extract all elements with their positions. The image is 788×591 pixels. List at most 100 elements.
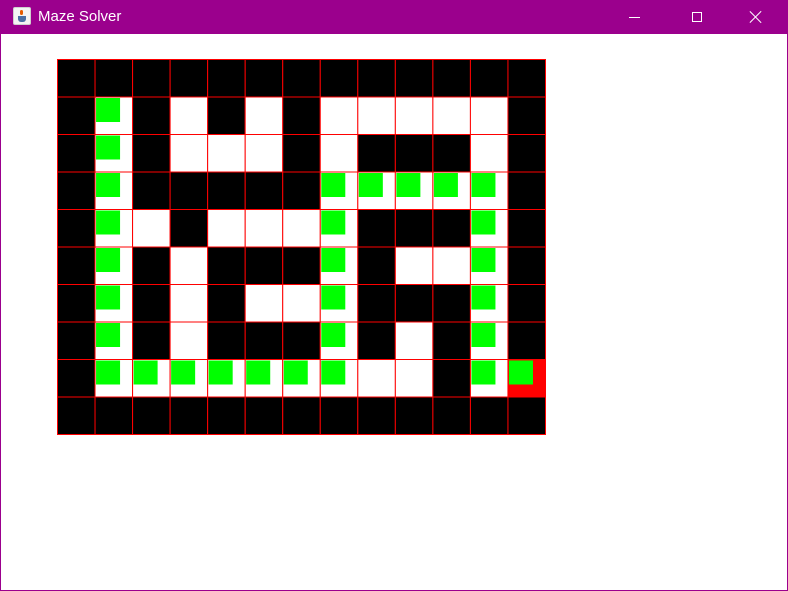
maze-cell-wall-r6-c2 — [132, 284, 171, 323]
maze-cell-wall-r6-c10 — [432, 284, 471, 323]
maze-cell-wall-r5-c6 — [282, 246, 321, 285]
path-marker-r5-c7 — [321, 248, 346, 272]
maze-cell-wall-r2-c0 — [57, 134, 96, 173]
maze-cell-wall-r5-c5 — [244, 246, 284, 285]
maze-cell-open-r1-c11 — [469, 96, 509, 135]
maze-cell-wall-r3-c12 — [507, 171, 546, 210]
maze-cell-wall-r9-c11 — [469, 396, 509, 435]
maze-cell-wall-r2-c6 — [282, 134, 321, 173]
path-marker-r8-c7 — [321, 360, 346, 385]
path-marker-r8-c11 — [471, 360, 496, 385]
maze-cell-open-r5-c10 — [432, 246, 471, 285]
maze-cell-open-r7-c9 — [394, 321, 434, 360]
maze-cell-wall-r0-c3 — [169, 59, 209, 98]
path-marker-r3-c9 — [396, 173, 421, 197]
maze-cell-wall-r0-c2 — [132, 59, 171, 98]
maze-cell-wall-r9-c8 — [357, 396, 396, 435]
maze-cell-wall-r1-c2 — [132, 96, 171, 135]
maze-cell-wall-r1-c12 — [507, 96, 546, 135]
path-marker-r5-c1 — [96, 248, 121, 272]
path-marker-r6-c11 — [471, 285, 496, 310]
maze-cell-wall-r3-c0 — [57, 171, 96, 210]
minimize-icon — [628, 16, 640, 18]
maze-cell-open-r1-c3 — [169, 96, 209, 135]
maze-cell-wall-r9-c0 — [57, 396, 96, 435]
maze-cell-wall-r0-c0 — [57, 59, 96, 98]
maze-cell-wall-r7-c5 — [244, 321, 284, 360]
maze-cell-wall-r2-c10 — [432, 134, 471, 173]
path-marker-r8-c6 — [283, 360, 308, 385]
path-marker-r4-c11 — [471, 210, 496, 235]
maze-cell-wall-r9-c9 — [394, 396, 434, 435]
maze-cell-open-r8-c8 — [357, 359, 396, 398]
maze-cell-open-r1-c5 — [244, 96, 284, 135]
maze-cell-wall-r4-c10 — [432, 209, 471, 248]
path-marker-r6-c1 — [96, 285, 121, 310]
maze-cell-open-r5-c3 — [169, 246, 209, 285]
close-button[interactable] — [733, 0, 779, 34]
maze-cell-wall-r0-c5 — [244, 59, 284, 98]
maze-cell-wall-r6-c0 — [57, 284, 96, 323]
maze-cell-wall-r7-c4 — [207, 321, 246, 360]
maze-cell-wall-r9-c2 — [132, 396, 171, 435]
maze-cell-wall-r9-c10 — [432, 396, 471, 435]
maze-cell-wall-r3-c3 — [169, 171, 209, 210]
maze-cell-wall-r9-c6 — [282, 396, 321, 435]
maze-cell-wall-r6-c8 — [357, 284, 396, 323]
title-bar[interactable]: Maze Solver — [1, 0, 787, 34]
path-marker-r8-c12 — [508, 360, 533, 385]
maze-cell-wall-r9-c7 — [319, 396, 359, 435]
window-title: Maze Solver — [38, 8, 122, 25]
maze-cell-wall-r2-c2 — [132, 134, 171, 173]
maze-cell-open-r2-c7 — [319, 134, 359, 173]
maze-cell-open-r1-c10 — [432, 96, 471, 135]
path-marker-r4-c1 — [96, 210, 121, 235]
path-marker-r3-c1 — [96, 173, 121, 197]
maze-cell-wall-r7-c12 — [507, 321, 546, 360]
maze-cell-wall-r4-c8 — [357, 209, 396, 248]
maze-cell-wall-r9-c5 — [244, 396, 284, 435]
maze-cell-open-r5-c9 — [394, 246, 434, 285]
maze-cell-wall-r0-c11 — [469, 59, 509, 98]
path-marker-r7-c1 — [96, 323, 121, 347]
minimize-button[interactable] — [611, 0, 657, 34]
maze-cell-wall-r4-c9 — [394, 209, 434, 248]
maze-cell-open-r4-c6 — [282, 209, 321, 248]
maze-cell-wall-r4-c12 — [507, 209, 546, 248]
maze-cell-wall-r9-c12 — [507, 396, 546, 435]
maze-cell-open-r2-c5 — [244, 134, 284, 173]
maze-cell-wall-r1-c6 — [282, 96, 321, 135]
maze-cell-wall-r5-c12 — [507, 246, 546, 285]
maze-cell-wall-r0-c4 — [207, 59, 246, 98]
maze-cell-open-r7-c3 — [169, 321, 209, 360]
maze-svg — [57, 59, 546, 435]
maze-cell-open-r6-c6 — [282, 284, 321, 323]
maze-cell-open-r4-c4 — [207, 209, 246, 248]
maze-cell-wall-r3-c5 — [244, 171, 284, 210]
maze-cell-open-r4-c5 — [244, 209, 284, 248]
path-marker-r4-c7 — [321, 210, 346, 235]
path-marker-r3-c7 — [321, 173, 346, 197]
path-marker-r7-c11 — [471, 323, 496, 347]
maze-cell-open-r2-c11 — [469, 134, 509, 173]
java-coffee-cup-icon[interactable] — [13, 7, 31, 25]
maze-cell-wall-r7-c8 — [357, 321, 396, 360]
maze-solver-window: Maze Solver — [0, 0, 788, 591]
maximize-button[interactable] — [674, 0, 720, 34]
maze-cell-wall-r0-c6 — [282, 59, 321, 98]
maze-cell-wall-r8-c10 — [432, 359, 471, 398]
maze-cell-wall-r5-c8 — [357, 246, 396, 285]
path-marker-r5-c11 — [471, 248, 496, 272]
path-marker-r8-c4 — [208, 360, 233, 385]
maze-cell-open-r8-c9 — [394, 359, 434, 398]
maze-cell-open-r6-c3 — [169, 284, 209, 323]
maze-cell-wall-r6-c4 — [207, 284, 246, 323]
maze-cell-wall-r7-c10 — [432, 321, 471, 360]
maze-cell-wall-r4-c3 — [169, 209, 209, 248]
path-marker-r3-c10 — [433, 173, 458, 197]
maze-cell-open-r4-c2 — [132, 209, 171, 248]
path-marker-r8-c3 — [171, 360, 196, 385]
maze-cell-open-r1-c7 — [319, 96, 359, 135]
maximize-icon — [692, 12, 702, 22]
path-marker-r8-c5 — [246, 360, 271, 385]
